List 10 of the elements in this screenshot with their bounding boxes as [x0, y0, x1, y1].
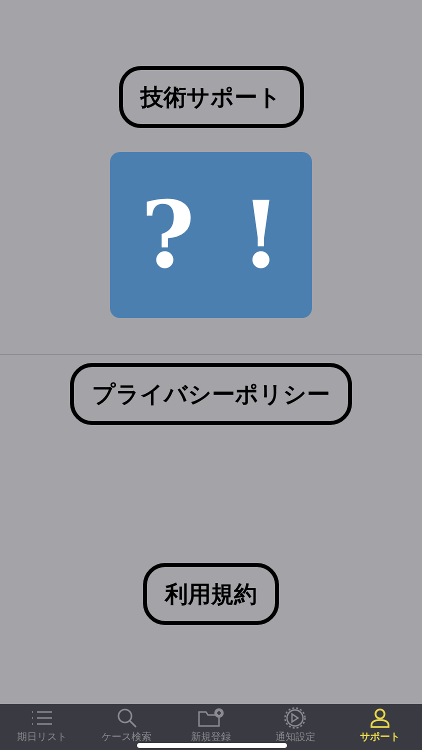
privacy-button[interactable]: プライバシーポリシー	[70, 363, 352, 425]
sign-mark: !	[240, 189, 282, 281]
search-icon	[116, 708, 137, 728]
support-button[interactable]: 技術サポート	[118, 66, 304, 128]
tab-item[interactable]: サポート	[338, 704, 422, 750]
folder-add-icon	[198, 708, 224, 728]
sign-mark: ?	[140, 189, 195, 281]
list-icon	[31, 710, 54, 726]
terms-button[interactable]: 利用規約	[143, 563, 279, 625]
person-icon	[370, 708, 390, 728]
